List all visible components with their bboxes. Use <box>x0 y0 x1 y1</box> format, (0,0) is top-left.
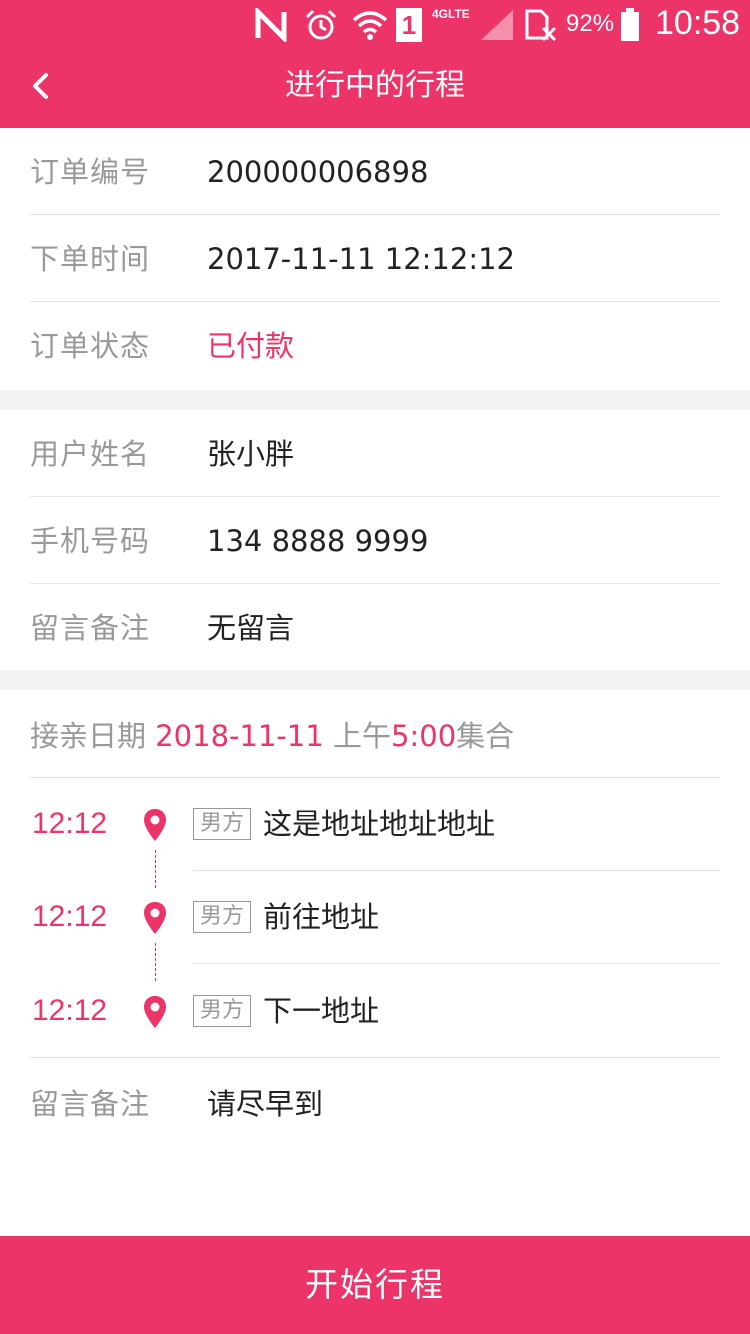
pickup-hour: 5:00 <box>391 719 457 753</box>
clock: 10:58 <box>655 4 741 42</box>
alarm-icon <box>302 6 340 44</box>
phone-row: 手机号码 134 8888 9999 <box>30 497 720 584</box>
wifi-icon <box>350 6 390 44</box>
route-stop: 12:12 男方 前往地址 <box>0 871 750 964</box>
user-name-row: 用户姓名 张小胖 <box>30 410 720 497</box>
order-time-value: 2017-11-11 12:12:12 <box>207 242 515 276</box>
order-status-label: 订单状态 <box>30 329 151 363</box>
order-number-row: 订单编号 200000006898 <box>30 128 720 215</box>
stop-time: 12:12 <box>32 807 108 840</box>
battery-icon <box>619 6 641 44</box>
route-stop: 12:12 男方 这是地址地址地址 <box>0 778 750 871</box>
trip-section: 接亲日期 2018-11-11 上午5:00集合 12:12 男方 这是地址地址… <box>0 690 750 1146</box>
phone-label: 手机号码 <box>30 524 151 558</box>
pickup-period: 上午 <box>333 719 392 753</box>
stop-time: 12:12 <box>32 900 108 933</box>
location-pin-icon <box>144 902 166 934</box>
location-pin-icon <box>144 996 166 1028</box>
nav-bar: 进行中的行程 <box>0 50 750 128</box>
order-number-label: 订单编号 <box>30 155 151 189</box>
section-gap <box>0 390 750 410</box>
signal-icon <box>478 6 516 44</box>
order-time-row: 下单时间 2017-11-11 12:12:12 <box>30 215 720 302</box>
section-gap <box>0 670 750 690</box>
pickup-date-label: 接亲日期 <box>30 719 147 753</box>
sim-slot-label: 1 <box>396 8 422 42</box>
location-pin-icon <box>144 809 166 841</box>
stop-address: 这是地址地址地址 <box>263 807 496 841</box>
route-stop: 12:12 男方 下一地址 <box>0 965 750 1058</box>
user-note-label: 留言备注 <box>30 611 151 645</box>
nfc-icon <box>252 6 290 44</box>
app-header: 1 4GLTE 92% 10:58 进行中的行程 <box>0 0 750 128</box>
stop-tag: 男方 <box>193 901 252 933</box>
stop-time: 12:12 <box>32 994 108 1027</box>
stop-tag: 男方 <box>193 808 252 840</box>
start-trip-button[interactable]: 开始行程 <box>0 1236 750 1334</box>
pickup-date-row: 接亲日期 2018-11-11 上午5:00集合 <box>30 690 720 778</box>
order-number-value: 200000006898 <box>207 155 429 189</box>
pickup-gather-text: 集合 <box>456 719 515 753</box>
trip-note-row: 留言备注 请尽早到 <box>30 1057 720 1149</box>
order-info-section: 订单编号 200000006898 下单时间 2017-11-11 12:12:… <box>0 128 750 390</box>
battery-percent: 92% <box>566 10 615 37</box>
user-name-label: 用户姓名 <box>30 437 151 471</box>
order-status-value: 已付款 <box>207 329 295 363</box>
order-status-row: 订单状态 已付款 <box>30 302 720 389</box>
trip-note-value: 请尽早到 <box>207 1087 324 1121</box>
sim-1-icon: 1 <box>396 6 422 44</box>
stop-address: 下一地址 <box>263 994 380 1028</box>
status-bar: 1 4GLTE 92% 10:58 <box>0 0 750 50</box>
user-note-row: 留言备注 无留言 <box>30 584 720 671</box>
pickup-date-value: 2018-11-11 <box>155 719 324 753</box>
no-sim-icon <box>522 6 558 44</box>
stop-address: 前往地址 <box>263 900 380 934</box>
network-type-label: 4GLTE <box>432 7 470 21</box>
trip-note-label: 留言备注 <box>30 1087 151 1121</box>
page-title: 进行中的行程 <box>285 68 465 103</box>
order-time-label: 下单时间 <box>30 242 151 276</box>
phone-value[interactable]: 134 8888 9999 <box>207 521 428 561</box>
user-info-section: 用户姓名 张小胖 手机号码 134 8888 9999 留言备注 无留言 <box>0 410 750 670</box>
divider <box>193 963 720 964</box>
stop-tag: 男方 <box>193 995 252 1027</box>
user-name-value: 张小胖 <box>207 437 295 471</box>
user-note-value: 无留言 <box>207 611 295 645</box>
